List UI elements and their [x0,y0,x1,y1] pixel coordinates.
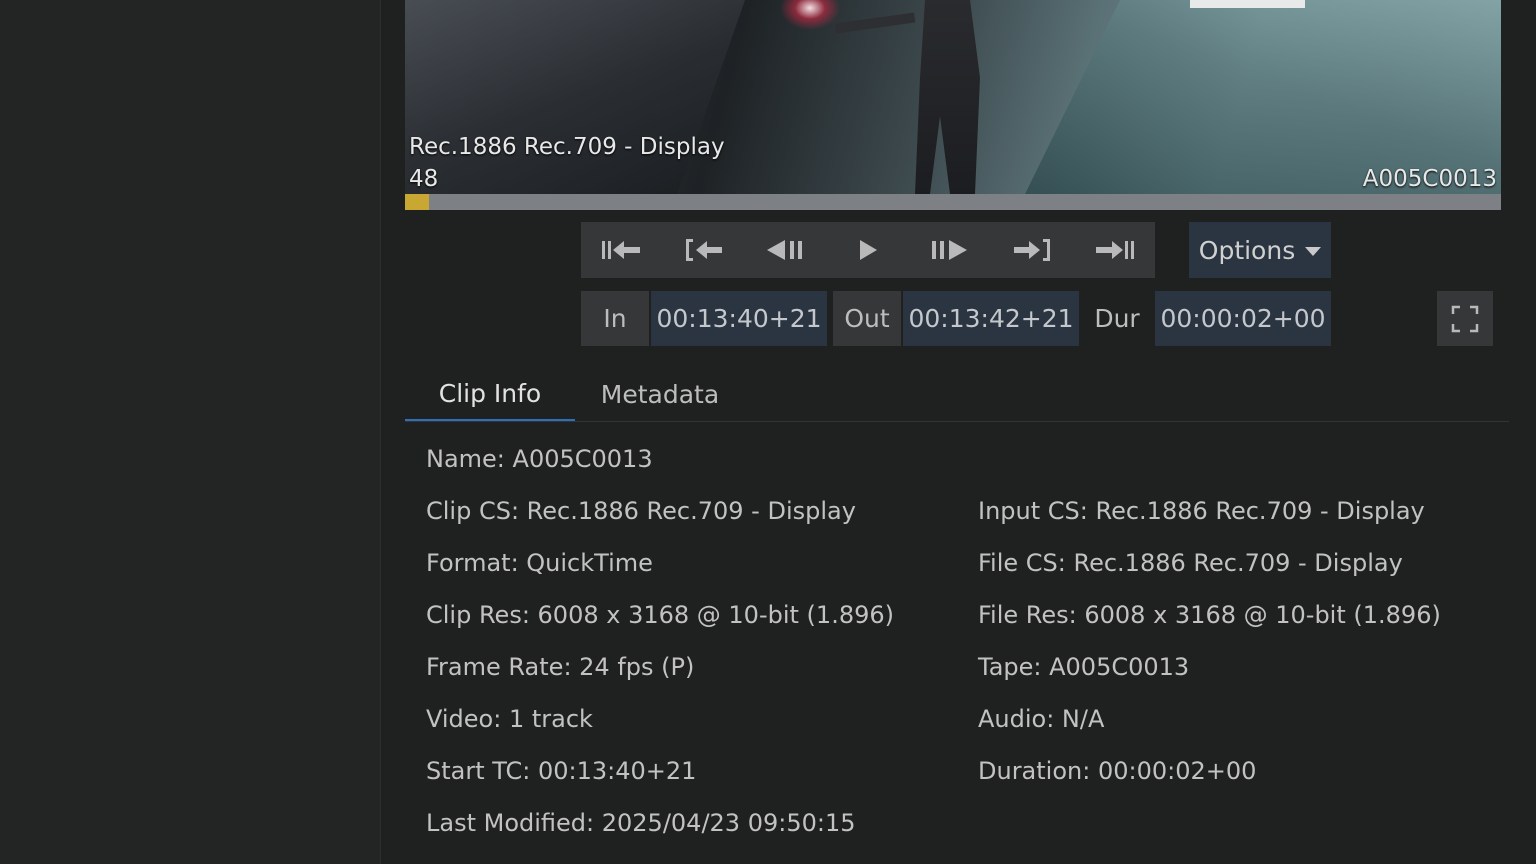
start-tc-info: Start TC: 00:13:40+21 [426,757,697,785]
format-info: Format: QuickTime [426,549,653,577]
skip-to-start-icon [602,241,640,259]
step-forward-icon [932,240,967,260]
input-cs-info: Input CS: Rec.1886 Rec.709 - Display [978,497,1425,525]
skip-to-end-icon [1096,241,1134,259]
viewer-image-sky [1190,0,1305,8]
clip-name-info: Name: A005C0013 [426,445,653,473]
left-panel [0,0,381,864]
scrub-bar[interactable] [405,194,1501,210]
go-to-out-button[interactable] [991,222,1073,278]
options-label: Options [1198,235,1296,265]
out-timecode-field[interactable]: 00:13:42+21 [903,291,1079,346]
clip-cs-info: Clip CS: Rec.1886 Rec.709 - Display [426,497,856,525]
frame-number-overlay: 48 [409,166,439,192]
viewer-image-figure [915,0,980,194]
in-timecode-field[interactable]: 00:13:40+21 [651,291,827,346]
duration-timecode-field[interactable]: 00:00:02+00 [1155,291,1331,346]
go-to-in-button[interactable] [663,222,745,278]
tab-clip-info[interactable]: Clip Info [405,368,575,421]
go-to-out-point-icon [1014,239,1050,261]
tab-metadata[interactable]: Metadata [585,368,735,420]
play-icon [860,240,877,260]
step-forward-button[interactable] [909,222,991,278]
scrub-handle[interactable] [405,194,429,210]
audio-info: Audio: N/A [978,705,1105,733]
step-back-button[interactable] [745,222,827,278]
viewer-image-ice-right [1025,0,1501,194]
step-backward-icon [767,240,802,260]
file-res-info: File Res: 6008 x 3168 @ 10-bit (1.896) [978,601,1441,629]
video-info: Video: 1 track [426,705,593,733]
duration-info: Duration: 00:00:02+00 [978,757,1257,785]
frame-rate-info: Frame Rate: 24 fps (P) [426,653,695,681]
options-dropdown-button[interactable]: Options [1189,222,1331,278]
clip-res-info: Clip Res: 6008 x 3168 @ 10-bit (1.896) [426,601,894,629]
tape-info: Tape: A005C0013 [978,653,1190,681]
out-point-button[interactable]: Out [833,291,901,346]
fullscreen-button[interactable] [1437,291,1493,346]
go-to-in-point-icon [686,239,722,261]
play-button[interactable] [827,222,909,278]
colorspace-overlay: Rec.1886 Rec.709 - Display [409,134,725,160]
viewer-image-arm [834,12,916,34]
duration-label: Dur [1094,304,1140,333]
info-tabs: Clip Info Metadata [405,368,1509,422]
viewer-image-rock-left [405,0,745,194]
go-to-end-button[interactable] [1073,222,1155,278]
caret-down-icon [1305,246,1322,256]
file-cs-info: File CS: Rec.1886 Rec.709 - Display [978,549,1403,577]
clip-name-overlay: A005C0013 [1362,166,1497,192]
transport-controls [581,222,1155,278]
fullscreen-icon [1451,305,1479,332]
last-modified-info: Last Modified: 2025/04/23 09:50:15 [426,809,856,837]
video-viewer[interactable]: Rec.1886 Rec.709 - Display 48 A005C0013 [405,0,1501,194]
go-to-start-button[interactable] [581,222,663,278]
in-point-button[interactable]: In [581,291,649,346]
